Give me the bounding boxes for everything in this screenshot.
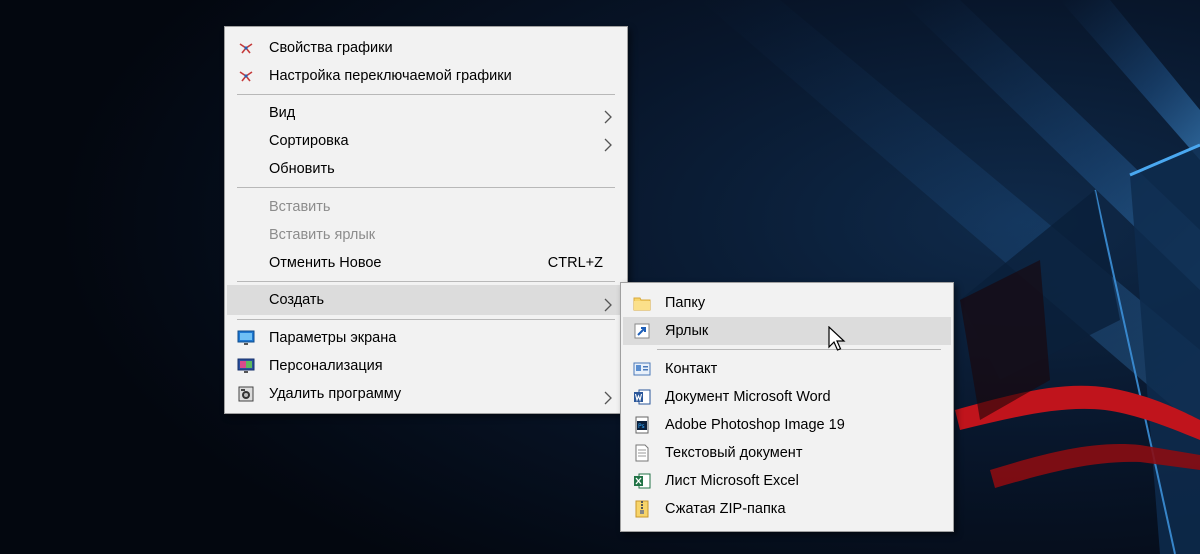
- display-settings-icon: [237, 329, 255, 347]
- menu-item-label: Свойства графики: [269, 40, 393, 56]
- menu-item-label: Отменить Новое: [269, 255, 382, 271]
- submenu-item-photoshop-image[interactable]: Ps Adobe Photoshop Image 19: [623, 411, 951, 439]
- submenu-item-zip-folder[interactable]: Сжатая ZIP-папка: [623, 495, 951, 523]
- zip-folder-icon: [633, 500, 651, 518]
- submenu-item-label: Документ Microsoft Word: [665, 389, 831, 405]
- menu-separator: [237, 319, 615, 320]
- contact-icon: [633, 360, 651, 378]
- submenu-item-text-document[interactable]: Текстовый документ: [623, 439, 951, 467]
- intel-graphics-icon: [237, 67, 255, 85]
- menu-item-undo-new[interactable]: Отменить Новое CTRL+Z: [227, 249, 625, 277]
- menu-item-label: Удалить программу: [269, 386, 402, 402]
- submenu-item-label: Папку: [665, 295, 706, 311]
- intel-graphics-icon: [237, 39, 255, 57]
- menu-item-label: Вставить ярлык: [269, 227, 376, 243]
- menu-item-label: Параметры экрана: [269, 330, 397, 346]
- keyboard-shortcut: CTRL+Z: [547, 255, 603, 271]
- mouse-cursor-icon: [828, 325, 848, 354]
- submenu-item-word-document[interactable]: Документ Microsoft Word: [623, 383, 951, 411]
- desktop-context-menu: Свойства графики Настройка переключаемой…: [224, 26, 628, 414]
- menu-item-paste[interactable]: Вставить: [227, 193, 625, 221]
- menu-item-graphics-properties[interactable]: Свойства графики: [227, 34, 625, 62]
- menu-separator: [657, 349, 941, 350]
- svg-text:Ps: Ps: [638, 423, 645, 430]
- text-document-icon: [633, 444, 651, 462]
- chevron-right-icon: [603, 387, 613, 405]
- submenu-item-label: Лист Microsoft Excel: [665, 473, 799, 489]
- shortcut-icon: [633, 322, 651, 340]
- menu-item-label: Обновить: [269, 161, 335, 177]
- menu-item-uninstall-program[interactable]: Удалить программу: [227, 380, 625, 408]
- menu-item-create[interactable]: Создать: [227, 285, 625, 315]
- menu-item-view[interactable]: Вид: [227, 99, 625, 127]
- menu-item-refresh[interactable]: Обновить: [227, 155, 625, 183]
- menu-separator: [237, 187, 615, 188]
- submenu-item-contact[interactable]: Контакт: [623, 355, 951, 383]
- create-submenu: Папку Ярлык Контакт Документ Microsoft W…: [620, 282, 954, 532]
- menu-item-sort[interactable]: Сортировка: [227, 127, 625, 155]
- chevron-right-icon: [603, 134, 613, 152]
- submenu-item-label: Текстовый документ: [665, 445, 803, 461]
- chevron-right-icon: [603, 293, 613, 312]
- uninstall-icon: [237, 385, 255, 403]
- submenu-item-excel-sheet[interactable]: Лист Microsoft Excel: [623, 467, 951, 495]
- menu-item-label: Сортировка: [269, 133, 349, 149]
- menu-item-label: Вид: [269, 105, 296, 121]
- menu-separator: [237, 94, 615, 95]
- menu-separator: [237, 281, 615, 282]
- folder-icon: [633, 294, 651, 312]
- menu-item-label: Персонализация: [269, 358, 383, 374]
- menu-item-label: Создать: [269, 292, 325, 308]
- menu-item-personalization[interactable]: Персонализация: [227, 352, 625, 380]
- menu-item-display-settings[interactable]: Параметры экрана: [227, 324, 625, 352]
- menu-item-label: Настройка переключаемой графики: [269, 68, 512, 84]
- personalization-icon: [237, 357, 255, 375]
- submenu-item-label: Ярлык: [665, 323, 709, 339]
- submenu-item-label: Контакт: [665, 361, 718, 377]
- submenu-item-folder[interactable]: Папку: [623, 289, 951, 317]
- menu-item-label: Вставить: [269, 199, 331, 215]
- menu-item-paste-shortcut[interactable]: Вставить ярлык: [227, 221, 625, 249]
- submenu-item-label: Сжатая ZIP-папка: [665, 501, 786, 517]
- excel-sheet-icon: [633, 472, 651, 490]
- photoshop-icon: Ps: [633, 416, 651, 434]
- menu-item-switchable-graphics[interactable]: Настройка переключаемой графики: [227, 62, 625, 90]
- word-document-icon: [633, 388, 651, 406]
- submenu-item-shortcut[interactable]: Ярлык: [623, 317, 951, 345]
- chevron-right-icon: [603, 106, 613, 124]
- submenu-item-label: Adobe Photoshop Image 19: [665, 417, 845, 433]
